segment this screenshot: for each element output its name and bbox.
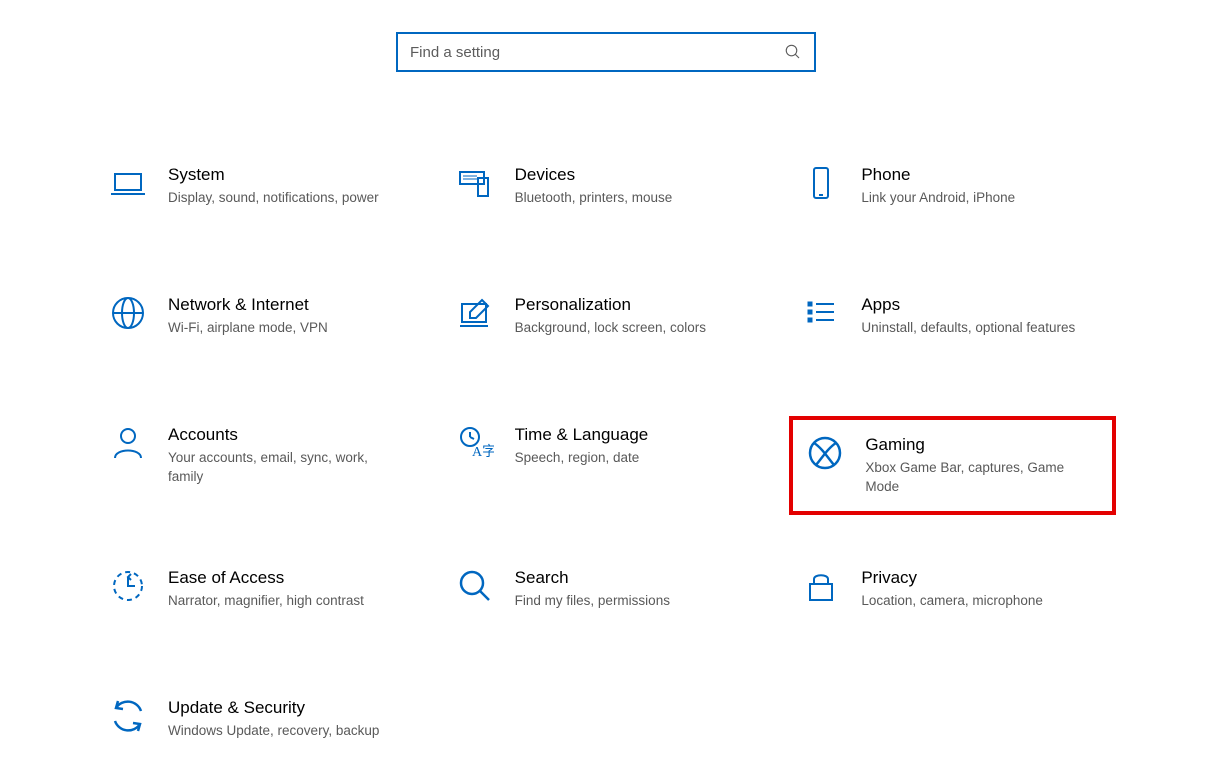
tile-text: Search Find my files, permissions (515, 567, 670, 611)
tile-title: Phone (861, 164, 1015, 185)
tile-text: Apps Uninstall, defaults, optional featur… (861, 294, 1075, 338)
tile-desc: Bluetooth, printers, mouse (515, 189, 673, 208)
apps-icon (799, 294, 843, 332)
tile-text: System Display, sound, notifications, pow… (168, 164, 379, 208)
search-input[interactable] (410, 44, 784, 61)
tile-text: Phone Link your Android, iPhone (861, 164, 1015, 208)
time-language-icon (453, 424, 497, 462)
tile-system[interactable]: System Display, sound, notifications, pow… (96, 156, 423, 242)
tile-title: Search (515, 567, 670, 588)
tile-text: Network & Internet Wi-Fi, airplane mode, … (168, 294, 328, 338)
tile-privacy[interactable]: Privacy Location, camera, microphone (789, 559, 1116, 645)
tile-devices[interactable]: Devices Bluetooth, printers, mouse (443, 156, 770, 242)
phone-icon (799, 164, 843, 202)
personalize-icon (453, 294, 497, 332)
tile-apps[interactable]: Apps Uninstall, defaults, optional featur… (789, 286, 1116, 372)
tile-desc: Uninstall, defaults, optional features (861, 319, 1075, 338)
tile-desc: Windows Update, recovery, backup (168, 722, 379, 741)
ease-icon (106, 567, 150, 605)
tile-text: Privacy Location, camera, microphone (861, 567, 1043, 611)
tile-text: Devices Bluetooth, printers, mouse (515, 164, 673, 208)
tile-update-security[interactable]: Update & Security Windows Update, recover… (96, 689, 423, 775)
person-icon (106, 424, 150, 462)
tile-title: Personalization (515, 294, 706, 315)
tile-desc: Location, camera, microphone (861, 592, 1043, 611)
devices-icon (453, 164, 497, 202)
tile-desc: Narrator, magnifier, high contrast (168, 592, 364, 611)
update-icon (106, 697, 150, 735)
tile-desc: Your accounts, email, sync, work, family (168, 449, 398, 487)
tile-search[interactable]: Search Find my files, permissions (443, 559, 770, 645)
tile-title: Accounts (168, 424, 398, 445)
tile-title: Ease of Access (168, 567, 364, 588)
tile-text: Personalization Background, lock screen, … (515, 294, 706, 338)
tile-text: Ease of Access Narrator, magnifier, high … (168, 567, 364, 611)
tile-phone[interactable]: Phone Link your Android, iPhone (789, 156, 1116, 242)
tile-personalization[interactable]: Personalization Background, lock screen, … (443, 286, 770, 372)
tile-title: Gaming (865, 434, 1095, 455)
tile-desc: Link your Android, iPhone (861, 189, 1015, 208)
tile-title: Time & Language (515, 424, 649, 445)
tile-network[interactable]: Network & Internet Wi-Fi, airplane mode, … (96, 286, 423, 372)
globe-icon (106, 294, 150, 332)
tile-desc: Speech, region, date (515, 449, 649, 468)
tile-title: System (168, 164, 379, 185)
tile-desc: Display, sound, notifications, power (168, 189, 379, 208)
search-icon (784, 43, 802, 61)
tile-title: Devices (515, 164, 673, 185)
tile-ease-of-access[interactable]: Ease of Access Narrator, magnifier, high … (96, 559, 423, 645)
settings-grid: System Display, sound, notifications, pow… (96, 156, 1116, 775)
tile-text: Accounts Your accounts, email, sync, work… (168, 424, 398, 487)
lock-icon (799, 567, 843, 605)
tile-title: Update & Security (168, 697, 379, 718)
tile-title: Network & Internet (168, 294, 328, 315)
tile-text: Gaming Xbox Game Bar, captures, Game Mode (865, 434, 1095, 497)
magnifier-icon (453, 567, 497, 605)
search-region (0, 0, 1212, 72)
tile-text: Time & Language Speech, region, date (515, 424, 649, 468)
laptop-icon (106, 164, 150, 202)
search-box[interactable] (396, 32, 816, 72)
tile-title: Privacy (861, 567, 1043, 588)
tile-accounts[interactable]: Accounts Your accounts, email, sync, work… (96, 416, 423, 515)
tile-desc: Wi-Fi, airplane mode, VPN (168, 319, 328, 338)
tile-time-language[interactable]: Time & Language Speech, region, date (443, 416, 770, 515)
tile-text: Update & Security Windows Update, recover… (168, 697, 379, 741)
tile-title: Apps (861, 294, 1075, 315)
tile-desc: Background, lock screen, colors (515, 319, 706, 338)
tile-desc: Xbox Game Bar, captures, Game Mode (865, 459, 1095, 497)
tile-gaming[interactable]: Gaming Xbox Game Bar, captures, Game Mode (789, 416, 1116, 515)
tile-desc: Find my files, permissions (515, 592, 670, 611)
xbox-icon (803, 434, 847, 472)
